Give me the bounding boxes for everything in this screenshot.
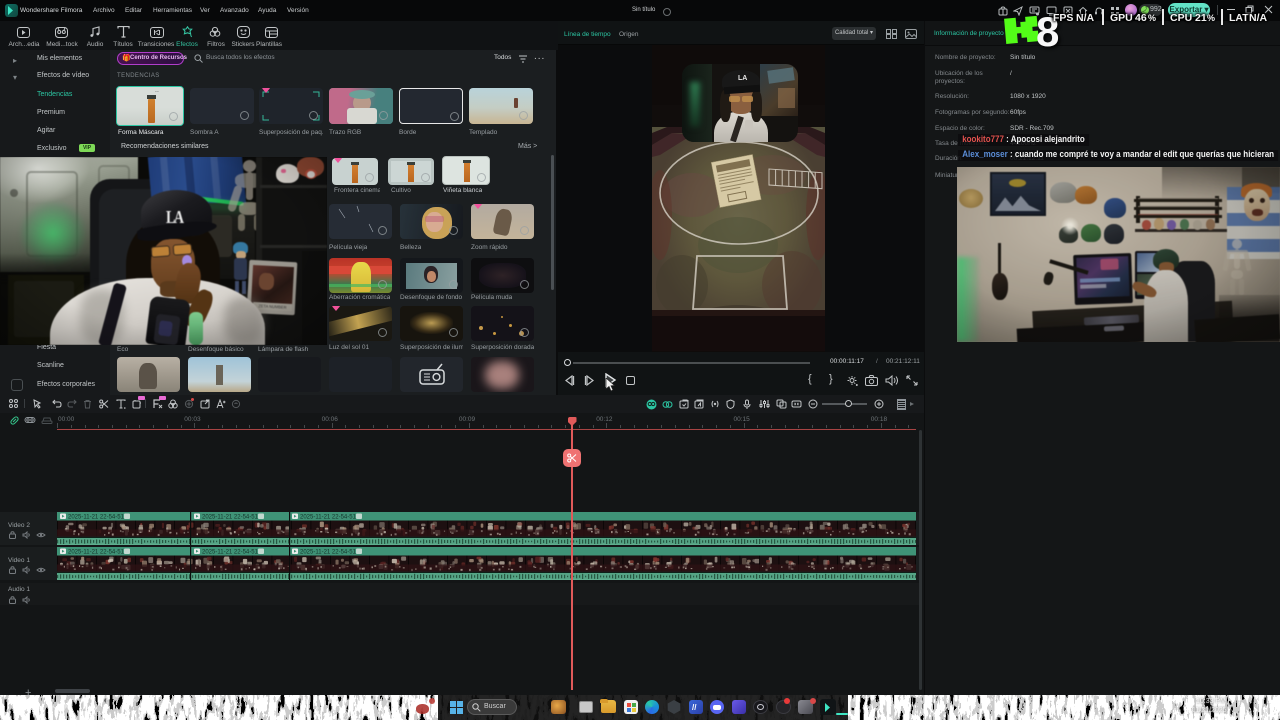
svg-text:2025-11-21 22-54-51: 2025-11-21 22-54-51 — [300, 515, 357, 521]
svg-text:2025-11-21 22-54-51: 2025-11-21 22-54-51 — [202, 515, 259, 521]
svg-text:2025-11-21 22-54-51: 2025-11-21 22-54-51 — [202, 550, 259, 556]
svg-text:2025-11-21 22-54-51: 2025-11-21 22-54-51 — [68, 515, 125, 521]
svg-text:2025-11-21 22-54-51: 2025-11-21 22-54-51 — [68, 550, 125, 556]
svg-text:2025-11-21 22-54-51: 2025-11-21 22-54-51 — [300, 550, 357, 556]
